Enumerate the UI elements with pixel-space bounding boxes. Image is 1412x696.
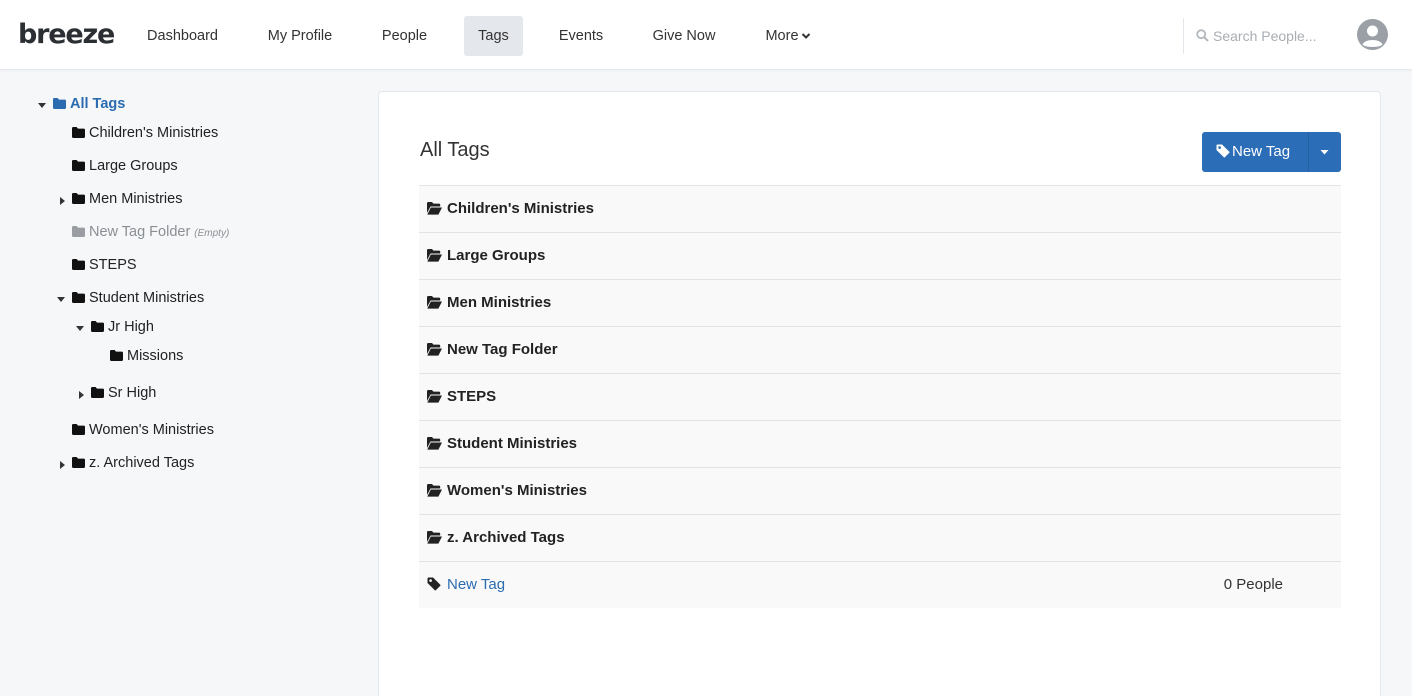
folder-icon [72, 424, 85, 435]
tree-item-label: z. Archived Tags [89, 455, 195, 471]
tag-link[interactable]: New Tag [447, 576, 505, 593]
caret-right-icon[interactable] [57, 196, 67, 206]
tree-item-label: Large Groups [89, 158, 178, 174]
folder-open-icon [427, 531, 442, 544]
folder-open-icon [427, 249, 442, 262]
tree-item-large-groups[interactable]: Large Groups [72, 154, 178, 178]
tag-icon [1216, 144, 1230, 158]
nav-my-profile[interactable]: My Profile [254, 16, 346, 56]
folder-label: Men Ministries [447, 294, 552, 311]
folder-label: z. Archived Tags [447, 529, 565, 546]
list-item-folder[interactable]: Children's Ministries [419, 185, 1341, 232]
folder-open-icon [427, 202, 442, 215]
search-people-input[interactable] [1195, 24, 1335, 48]
folder-icon [53, 98, 66, 109]
folder-open-icon [427, 484, 442, 497]
tag-list: Children's Ministries Large Groups Men M… [419, 185, 1341, 608]
tree-item-new-tag-folder[interactable]: New Tag Folder (Empty) [72, 220, 229, 244]
tree-item-label: Women's Ministries [89, 422, 214, 438]
tree-item-label: New Tag Folder [89, 224, 191, 240]
tree-item-label: Student Ministries [89, 290, 205, 306]
nav-dashboard[interactable]: Dashboard [134, 16, 231, 56]
list-item-folder[interactable]: Student Ministries [419, 420, 1341, 467]
folder-icon [72, 193, 85, 204]
tree-item-childrens-ministries[interactable]: Children's Ministries [72, 121, 218, 145]
top-navbar: breeze Dashboard My Profile People Tags … [0, 0, 1412, 70]
new-tag-button-group: New Tag [1202, 132, 1341, 172]
nav-divider [1183, 18, 1184, 54]
tree-item-label: Children's Ministries [89, 125, 219, 141]
folder-icon [72, 160, 85, 171]
tree-item-label: All Tags [70, 96, 126, 112]
tree-item-label: Men Ministries [89, 191, 183, 207]
nav-more[interactable]: More [752, 16, 824, 56]
tree-item-all-tags[interactable]: All Tags [53, 92, 125, 116]
tree-item-jr-high[interactable]: Jr High [91, 315, 154, 339]
folder-icon [72, 127, 85, 138]
tree-item-steps[interactable]: STEPS [72, 253, 137, 277]
tree-item-womens-ministries[interactable]: Women's Ministries [72, 418, 214, 442]
chevron-down-icon [801, 33, 810, 40]
folder-icon [91, 321, 104, 332]
folder-label: Women's Ministries [447, 482, 587, 499]
nav-more-label: More [765, 28, 799, 44]
list-item-folder[interactable]: z. Archived Tags [419, 514, 1341, 561]
tree-item-label: Sr High [108, 385, 157, 401]
page-title: All Tags [420, 139, 490, 161]
nav-give-now[interactable]: Give Now [639, 16, 729, 56]
folder-icon [72, 292, 85, 303]
list-item-folder[interactable]: Large Groups [419, 232, 1341, 279]
caret-right-icon[interactable] [57, 460, 67, 470]
tree-item-sr-high[interactable]: Sr High [91, 381, 156, 405]
list-item-tag[interactable]: New Tag 0 People [419, 561, 1341, 608]
list-item-folder[interactable]: New Tag Folder [419, 326, 1341, 373]
caret-right-icon[interactable] [76, 390, 86, 400]
empty-note: (Empty) [194, 228, 230, 239]
new-tag-button-label: New Tag [1232, 143, 1291, 160]
tree-item-archived-tags[interactable]: z. Archived Tags [72, 451, 194, 475]
tree-item-student-ministries[interactable]: Student Ministries [72, 286, 204, 310]
folder-icon [72, 457, 85, 468]
nav-people[interactable]: People [368, 16, 441, 56]
folder-open-icon [427, 437, 442, 450]
tree-item-label: STEPS [89, 257, 137, 273]
folder-label: Children's Ministries [447, 200, 594, 217]
folder-icon [91, 387, 104, 398]
list-item-folder[interactable]: STEPS [419, 373, 1341, 420]
tree-item-label: Jr High [108, 319, 154, 335]
list-item-folder[interactable]: Men Ministries [419, 279, 1341, 326]
folder-label: Student Ministries [447, 435, 578, 452]
tag-icon [427, 577, 441, 591]
folder-label: New Tag Folder [447, 341, 558, 358]
tag-people-count: 0 People [1223, 576, 1283, 593]
folder-icon [110, 350, 123, 361]
nav-events[interactable]: Events [546, 16, 616, 56]
user-avatar-icon[interactable] [1357, 19, 1388, 50]
tree-item-label: Missions [127, 348, 184, 364]
nav-tags[interactable]: Tags [464, 16, 523, 56]
folder-label: STEPS [447, 388, 497, 405]
folder-label: Large Groups [447, 247, 546, 264]
dropdown-caret-icon[interactable] [1308, 132, 1341, 172]
list-item-folder[interactable]: Women's Ministries [419, 467, 1341, 514]
caret-down-icon[interactable] [56, 294, 66, 304]
tags-panel: All Tags New Tag Children's Ministries L… [378, 91, 1381, 696]
folder-open-icon [427, 390, 442, 403]
tree-item-missions[interactable]: Missions [110, 344, 183, 368]
new-tag-button[interactable]: New Tag [1202, 132, 1308, 172]
folder-open-icon [427, 343, 442, 356]
caret-down-icon[interactable] [75, 323, 85, 333]
caret-down-icon[interactable] [37, 100, 47, 110]
folder-open-icon [427, 296, 442, 309]
folder-icon [72, 259, 85, 270]
breeze-logo[interactable]: breeze [18, 18, 115, 52]
folder-icon [72, 226, 85, 237]
tree-item-men-ministries[interactable]: Men Ministries [72, 187, 182, 211]
